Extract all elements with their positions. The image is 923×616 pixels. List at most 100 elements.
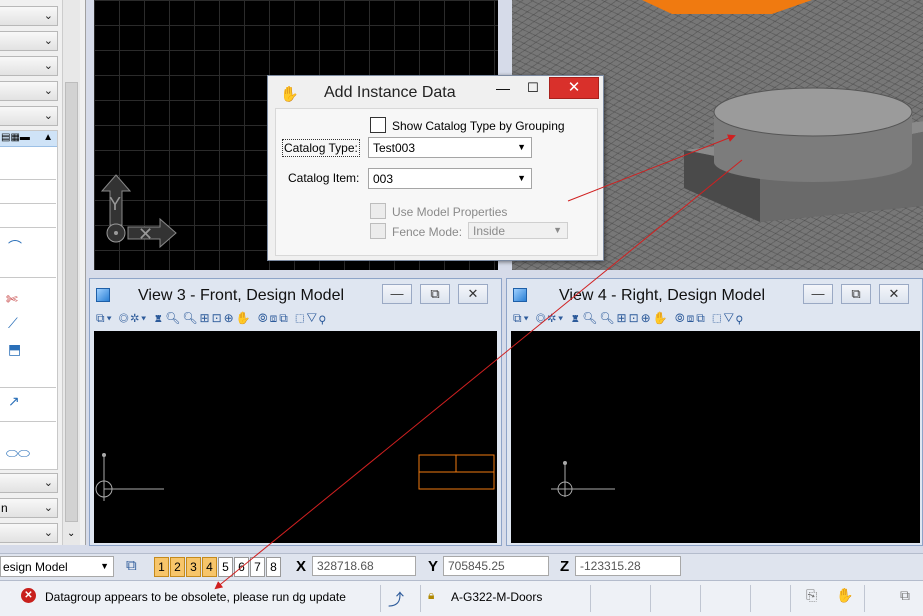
chevron-down-icon: ⌄ [43,477,53,489]
orange-slab [642,0,812,14]
fence-mode-select[interactable]: Inside ▼ [468,222,568,239]
fence-mode-checkbox[interactable] [370,223,386,239]
view-toggle-3[interactable]: 3 [186,557,201,577]
view-toggle-5[interactable]: 5 [218,557,233,577]
measure-tool-icon[interactable]: ✄ [6,291,18,308]
chevron-down-icon: ⌄ [43,10,53,22]
view-toggle-1[interactable]: 1 [154,557,169,577]
z-coord-label: Z [560,558,570,575]
surface-tool-icon[interactable]: ⬒ [8,341,21,358]
view-4-title: View 4 - Right, Design Model [559,287,766,304]
view-toggle-7[interactable]: 7 [250,557,265,577]
tool-group-label: n [1,501,8,515]
chevron-up-icon: ▲ [43,132,53,143]
chevron-down-icon: ⌄ [43,60,53,72]
tool-group-row[interactable]: ⌄ [0,81,58,101]
catalog-type-value: Test003 [373,141,416,155]
arrow-tool-icon[interactable]: ↗ [8,393,20,410]
chevron-down-icon: ⌄ [43,110,53,122]
hand-icon: ✋ [280,86,299,103]
left-tool-panel: ⌄ ⌄ ⌄ ⌄ ⌄ ▲ ▤▦▬ ⌒ ✄ ⟋ ⬒ ↗ ⬭⬭ ⌄ n ⌄ ⌄ ⌄ [0,0,86,545]
snap-icon[interactable]: ⤴ [388,586,404,610]
view-toggle-2[interactable]: 2 [170,557,185,577]
view-3-title: View 3 - Front, Design Model [138,287,345,304]
message-bar: ✕ Datagroup appears to be obsolete, plea… [0,580,923,616]
view-3-window: View 3 - Front, Design Model — ⧉ ✕ ⧉▾ ◎✲… [89,278,502,546]
add-instance-data-dialog: ✋ Add Instance Data — ☐ ✕ Show Catalog T… [267,75,604,261]
scrollbar-thumb[interactable] [65,82,78,522]
dropdown-arrow-icon: ▼ [517,173,526,183]
z-coord-field[interactable]: -123315.28 [575,556,681,576]
line-tool-icon[interactable]: ⟋ [8,315,18,332]
arc-tool-icon[interactable]: ⌒ [8,237,22,257]
view-3-canvas[interactable] [94,331,497,543]
view-axis-triad-icon: Y ✕ [100,174,177,249]
view-4-minimize-button[interactable]: — [803,284,833,304]
view-cube-icon[interactable] [513,288,527,302]
catalog-item-label: Catalog Item: [288,171,360,185]
view-toggle-8[interactable]: 8 [266,557,281,577]
view-cube-icon[interactable] [96,288,110,302]
window-icon[interactable]: ⧉ [900,587,910,604]
catalog-item-select[interactable]: 003 ▼ [368,168,532,189]
x-coord-label: X [296,558,307,575]
view-3-close-button[interactable]: ✕ [458,284,488,304]
lock-icon[interactable]: 🔒︎ [428,588,434,603]
view-4-maximize-button[interactable]: ⧉ [841,284,871,304]
view-3-maximize-button[interactable]: ⧉ [420,284,450,304]
tool-group-row[interactable]: ⌄ [0,523,58,543]
chevron-down-icon: ⌄ [43,527,53,539]
view-3-toolbar[interactable]: ⧉▾ ◎✲▾ ♜🔍︎🔍︎⊞⊡⊕✋ ⦾⧈⧉ ⬚▽⚲ [96,311,496,329]
scroll-down-icon[interactable]: ⌄ [67,528,75,539]
view-4-toolbar[interactable]: ⧉▾ ◎✲▾ ♜🔍︎🔍︎⊞⊡⊕✋ ⦾⧈⧉ ⬚▽⚲ [513,311,913,329]
hand-icon[interactable]: ✋ [836,587,853,604]
chevron-down-icon: ⌄ [43,502,53,514]
dialog-minimize-button[interactable]: — [490,80,516,100]
view-toggle-6[interactable]: 6 [234,557,249,577]
model-select[interactable]: esign Model ▼ [0,556,114,577]
fence-mode-value: Inside [473,224,506,238]
tool-group-row[interactable]: ⌄ [0,56,58,76]
y-coord-field[interactable]: 705845.25 [443,556,549,576]
view-groups-icon[interactable]: ⧉ [126,557,137,574]
dialog-close-button[interactable]: ✕ [549,77,599,99]
dropdown-arrow-icon: ▼ [100,561,109,571]
dialog-maximize-button[interactable]: ☐ [520,80,546,100]
active-level[interactable]: A-G322-M-Doors [451,590,542,604]
dropdown-arrow-icon: ▼ [517,142,526,152]
show-grouping-checkbox[interactable] [370,117,386,133]
use-model-properties-checkbox[interactable] [370,203,386,219]
catalog-type-label: Catalog Type: [282,139,360,157]
solid-tool-icon[interactable]: ⬭⬭ [6,445,30,462]
y-coord-label: Y [428,558,439,575]
tool-group-row[interactable]: ⌄ [0,106,58,126]
dialog-title: Add Instance Data [324,84,456,101]
use-model-properties-label: Use Model Properties [392,205,508,219]
tool-group-row[interactable]: ⌄ [0,6,58,26]
view-3-minimize-button[interactable]: — [382,284,412,304]
tool-list-header[interactable]: ▲ ▤▦▬ [0,131,57,147]
tool-group-row[interactable]: n ⌄ [0,498,58,518]
view-toggle-4[interactable]: 4 [202,557,217,577]
view-4-canvas[interactable] [511,331,920,543]
view-4-window: View 4 - Right, Design Model — ⧉ ✕ ⧉▾ ◎✲… [506,278,923,546]
dropdown-arrow-icon: ▼ [553,225,562,235]
tool-group-row[interactable]: ⌄ [0,473,58,493]
catalog-type-select[interactable]: Test003 ▼ [368,137,532,158]
view-4-close-button[interactable]: ✕ [879,284,909,304]
show-grouping-label: Show Catalog Type by Grouping [392,119,565,133]
error-icon: ✕ [21,588,36,603]
left-panel-scrollbar[interactable]: ⌄ [62,0,80,545]
chevron-down-icon: ⌄ [43,35,53,47]
document-icon[interactable]: ⎘ [806,587,817,604]
status-message: Datagroup appears to be obsolete, please… [45,590,346,604]
tool-list: ▲ ▤▦▬ ⌒ ✄ ⟋ ⬒ ↗ ⬭⬭ [0,130,58,470]
chevron-down-icon: ⌄ [43,85,53,97]
svg-text:✕: ✕ [138,224,153,244]
tool-group-row[interactable]: ⌄ [0,31,58,51]
view-control-bar: esign Model ▼ ⧉ 12345678 X 328718.68 Y 7… [0,553,923,580]
fence-mode-label: Fence Mode: [392,225,463,239]
x-coord-field[interactable]: 328718.68 [312,556,416,576]
view-mode-icon[interactable]: ▤▦▬ [1,132,30,143]
catalog-item-value: 003 [373,172,394,186]
